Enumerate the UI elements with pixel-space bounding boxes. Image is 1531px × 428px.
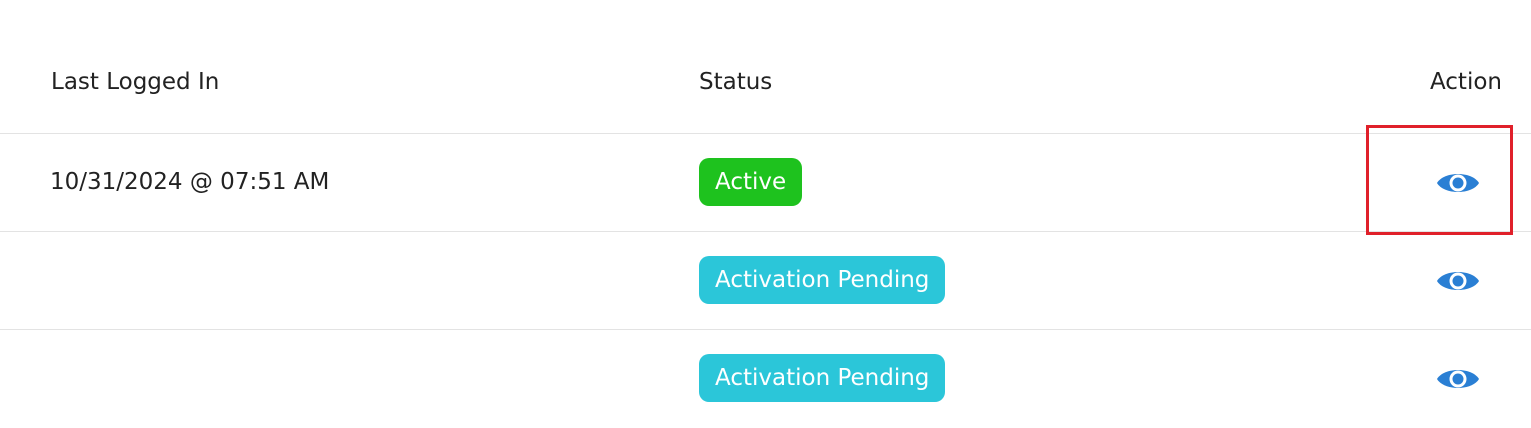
- column-header-action: Action: [1429, 69, 1502, 95]
- table-row: Activation Pending: [0, 330, 1531, 428]
- table-row: Activation Pending: [0, 232, 1531, 330]
- column-header-last-logged-in: Last Logged In: [51, 69, 220, 95]
- table-row: 10/31/2024 @ 07:51 AM Active: [0, 134, 1531, 232]
- table-header-row: Last Logged In Status Action: [0, 0, 1531, 134]
- status-badge: Activation Pending: [699, 256, 946, 304]
- eye-icon: [1437, 174, 1479, 192]
- column-header-status: Status: [699, 69, 773, 95]
- view-button[interactable]: [1436, 266, 1480, 296]
- view-button[interactable]: [1436, 364, 1480, 394]
- status-badge: Activation Pending: [699, 354, 946, 402]
- status-badge: Active: [699, 158, 803, 206]
- view-button[interactable]: [1436, 168, 1480, 198]
- eye-icon: [1437, 370, 1479, 388]
- eye-icon: [1437, 272, 1479, 290]
- last-logged-in-cell: 10/31/2024 @ 07:51 AM: [50, 169, 330, 195]
